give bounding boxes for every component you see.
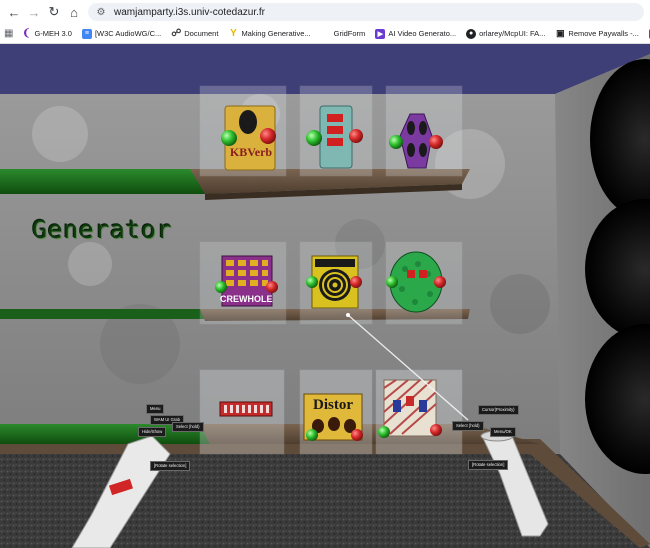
- red-knob[interactable]: [349, 129, 363, 143]
- bookmark-label: Document: [184, 29, 219, 38]
- green-knob[interactable]: [378, 426, 390, 438]
- bookmark-orlarey-mcpui[interactable]: ● orlarey/McpUI: FA...: [466, 28, 546, 39]
- right-tooltip-rotate-selection: [Rotate selection]: [468, 460, 509, 470]
- bookmark-label: G-MEH 3.0: [34, 29, 72, 38]
- red-knob[interactable]: [434, 276, 446, 288]
- bookmark-label: Remove Paywalls -...: [568, 29, 639, 38]
- middle-green-strip: [0, 309, 215, 319]
- green-knob[interactable]: [306, 429, 318, 441]
- scene-canvas[interactable]: [0, 44, 650, 548]
- left-tooltip-menu: Menu: [146, 404, 165, 414]
- right-tooltip-menu-ok: Menu/OK: [490, 427, 516, 437]
- browser-toolbar: ← → ↻ ⌂ ⚙ wamjamparty.i3s.univ-cotedazur…: [0, 0, 650, 24]
- blank-icon: [320, 28, 331, 39]
- apps-grid-icon[interactable]: ▦: [4, 26, 13, 42]
- top-green-board: [0, 169, 215, 194]
- back-arrow-icon[interactable]: ←: [4, 2, 24, 22]
- url-text: wamjamparty.i3s.univ-cotedazur.fr: [114, 6, 265, 18]
- kbverb-pedal-label: KBVerb: [229, 145, 273, 159]
- red-knob[interactable]: [430, 424, 442, 436]
- bookmark-label: [W3C AudioWG/C...: [94, 29, 162, 38]
- bookmark-remove-paywalls[interactable]: ▣ Remove Paywalls -...: [555, 28, 639, 39]
- red-knob[interactable]: [429, 135, 443, 149]
- green-knob[interactable]: [215, 281, 227, 293]
- bookmark-document[interactable]: ☍ Document: [171, 28, 219, 39]
- right-tooltip-select-hold: Select (hold): [452, 421, 484, 431]
- globe-icon: ☍: [171, 28, 182, 39]
- gmeh-icon: ❨: [21, 28, 32, 39]
- webxr-scene[interactable]: Generator KBVerb CREWHOLE Distor Menu WA…: [0, 44, 650, 548]
- green-knob[interactable]: [389, 135, 403, 149]
- red-bar-pedal[interactable]: [219, 401, 273, 417]
- left-tooltip-select-hold: Select (hold): [172, 422, 204, 432]
- bookmark-gmeh[interactable]: ❨ G-MEH 3.0: [21, 28, 72, 39]
- reload-icon[interactable]: ↻: [44, 2, 64, 22]
- site-settings-icon[interactable]: ⚙: [94, 5, 108, 19]
- generator-section-label: Generator: [32, 215, 172, 244]
- crewhole-pedal-label: CREWHOLE: [220, 294, 273, 304]
- bookmark-label: orlarey/McpUI: FA...: [479, 29, 546, 38]
- bookmark-label: GridForm: [333, 29, 366, 38]
- pedal-footswitch: [239, 110, 257, 134]
- green-knob[interactable]: [306, 276, 318, 288]
- green-knob[interactable]: [306, 130, 322, 146]
- green-knob[interactable]: [221, 130, 237, 146]
- red-knob[interactable]: [350, 276, 362, 288]
- bookmark-ai-video[interactable]: ▶ AI Video Generato...: [375, 28, 457, 39]
- bookmark-making-generative[interactable]: Y Making Generative...: [228, 28, 311, 39]
- left-tooltip-rotate-selection: [Rotate selection]: [150, 461, 191, 471]
- github-icon: ●: [466, 28, 477, 39]
- red-knob[interactable]: [266, 281, 278, 293]
- red-knob[interactable]: [351, 429, 363, 441]
- red-knob[interactable]: [260, 128, 276, 144]
- document-icon: ≡: [81, 28, 92, 39]
- right-tooltip-cursor-proximity: Cursor(Proximity): [478, 405, 519, 415]
- spiral-pedal[interactable]: [306, 255, 362, 309]
- bookmarks-bar: ▦ ❨ G-MEH 3.0 ≡ [W3C AudioWG/C... ☍ Docu…: [0, 24, 650, 44]
- forward-arrow-icon[interactable]: →: [24, 2, 44, 22]
- address-bar[interactable]: ⚙ wamjamparty.i3s.univ-cotedazur.fr: [88, 3, 644, 21]
- bookmark-label: AI Video Generato...: [388, 29, 457, 38]
- home-icon[interactable]: ⌂: [64, 2, 84, 22]
- play-icon: ▶: [375, 28, 386, 39]
- distor-pedal-label: Distor: [313, 397, 353, 413]
- green-knob[interactable]: [386, 276, 398, 288]
- bookmark-label: Making Generative...: [241, 29, 311, 38]
- bookmark-w3c-audiowg[interactable]: ≡ [W3C AudioWG/C...: [81, 28, 162, 39]
- laser-cursor: [346, 313, 350, 317]
- left-tooltip-hide-show: Hide/Show: [138, 427, 167, 437]
- lock-icon: ▣: [555, 28, 566, 39]
- kbverb-pedal[interactable]: [221, 105, 276, 171]
- bookmark-gridform[interactable]: GridForm: [320, 28, 366, 39]
- y-logo-icon: Y: [228, 28, 239, 39]
